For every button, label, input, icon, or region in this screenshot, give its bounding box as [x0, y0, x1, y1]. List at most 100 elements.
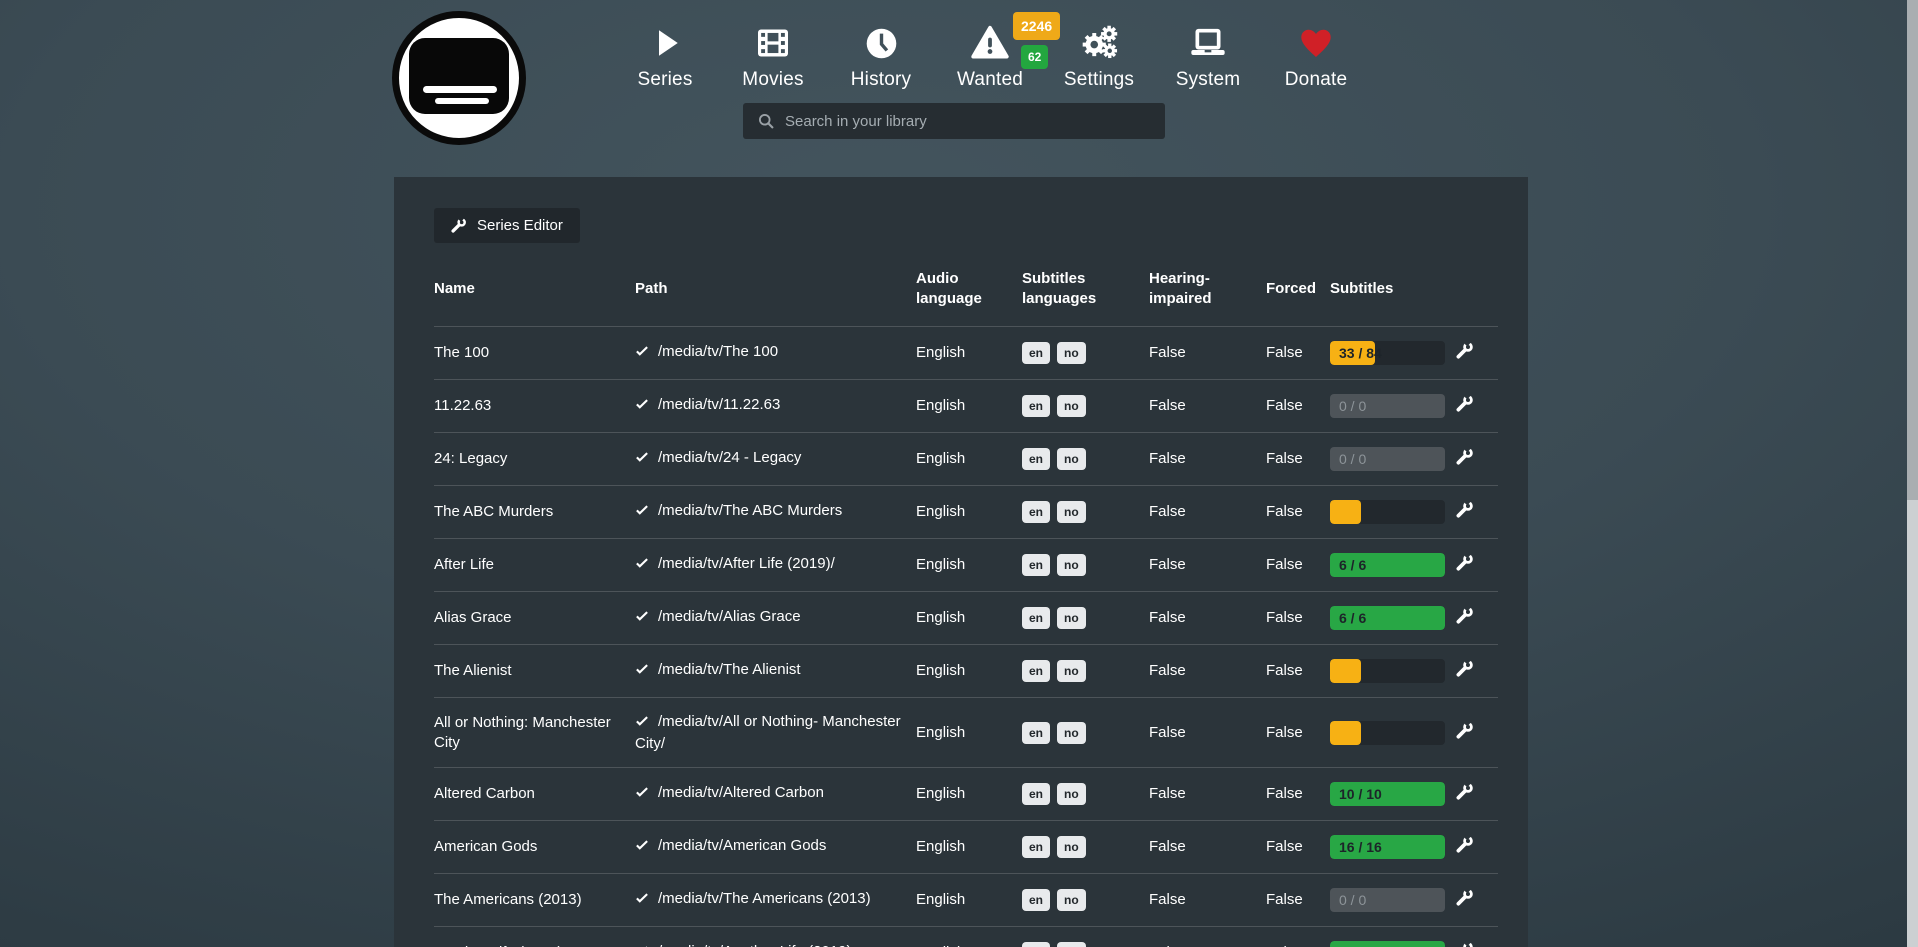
subtitle-language-badge: no: [1057, 607, 1086, 629]
series-name[interactable]: The ABC Murders: [434, 486, 635, 539]
series-name[interactable]: Altered Carbon: [434, 768, 635, 821]
subtitle-languages-cell: enno: [1022, 821, 1149, 874]
wrench-icon: [1456, 347, 1474, 362]
subtitle-language-badge: en: [1022, 342, 1050, 364]
edit-series-button[interactable]: [1456, 394, 1474, 415]
series-path: /media/tv/Altered Carbon: [658, 784, 824, 801]
app-logo[interactable]: [392, 11, 526, 145]
subtitles-progress-cell: 0 / 0: [1330, 380, 1456, 433]
search-input[interactable]: [743, 103, 1165, 139]
edit-series-button[interactable]: [1456, 500, 1474, 521]
series-path: /media/tv/The ABC Murders: [658, 502, 842, 519]
edit-series-button[interactable]: [1456, 782, 1474, 803]
subtitles-progress-label: 0 / 0: [1339, 447, 1366, 471]
series-name[interactable]: After Life: [434, 539, 635, 592]
audio-language: English: [916, 768, 1022, 821]
forced-value: False: [1266, 539, 1330, 592]
edit-series-button[interactable]: [1456, 606, 1474, 627]
subtitles-progress-label: 6 / 6: [1339, 606, 1366, 630]
forced-value: False: [1266, 433, 1330, 486]
subtitle-languages-cell: enno: [1022, 486, 1149, 539]
series-path-cell: /media/tv/24 - Legacy: [635, 433, 916, 486]
subtitles-progress-bar: [1330, 500, 1445, 524]
edit-series-button[interactable]: [1456, 447, 1474, 468]
nav-item-wanted[interactable]: 2246 62 Wanted: [935, 22, 1045, 91]
hearing-impaired-value: False: [1149, 768, 1266, 821]
subtitles-progress-label: 10 / 10: [1339, 941, 1382, 947]
series-path: /media/tv/24 - Legacy: [658, 449, 801, 466]
table-header-row: Name Path Audio language Subtitles langu…: [434, 263, 1498, 327]
subtitle-language-badge: en: [1022, 889, 1050, 911]
heart-icon: [1298, 22, 1334, 64]
series-name[interactable]: All or Nothing: Manchester City: [434, 698, 635, 768]
hearing-impaired-value: False: [1149, 821, 1266, 874]
subtitle-language-badge: en: [1022, 554, 1050, 576]
edit-series-button[interactable]: [1456, 888, 1474, 909]
subtitles-progress-cell: 0 / 0: [1330, 874, 1456, 927]
edit-series-button[interactable]: [1456, 341, 1474, 362]
subtitles-progress-cell: 10 / 10: [1330, 927, 1456, 947]
logo-tv-icon: [409, 38, 509, 114]
subtitle-language-badge: no: [1057, 395, 1086, 417]
series-name[interactable]: The 100: [434, 327, 635, 380]
series-name[interactable]: Another Life (2019): [434, 927, 635, 947]
check-icon: [635, 556, 649, 576]
series-path-cell: /media/tv/All or Nothing- Manchester Cit…: [635, 698, 916, 768]
subtitle-languages-cell: enno: [1022, 433, 1149, 486]
subtitles-progress-bar: 6 / 6: [1330, 606, 1445, 630]
audio-language: English: [916, 927, 1022, 947]
edit-series-button[interactable]: [1456, 721, 1474, 742]
series-name[interactable]: American Gods: [434, 821, 635, 874]
nav-item-donate[interactable]: Donate: [1261, 22, 1371, 91]
series-path: /media/tv/All or Nothing- Manchester Cit…: [635, 713, 901, 752]
actions-cell: [1456, 592, 1498, 645]
subtitle-language-badge: no: [1057, 448, 1086, 470]
check-icon: [635, 450, 649, 470]
hearing-impaired-value: False: [1149, 486, 1266, 539]
series-name[interactable]: Alias Grace: [434, 592, 635, 645]
subtitle-languages-cell: enno: [1022, 927, 1149, 947]
series-path-cell: /media/tv/The ABC Murders: [635, 486, 916, 539]
nav-item-movies[interactable]: Movies: [718, 22, 828, 91]
nav-item-series[interactable]: Series: [610, 22, 720, 91]
actions-cell: [1456, 927, 1498, 947]
hearing-impaired-value: False: [1149, 433, 1266, 486]
nav-item-system[interactable]: System: [1153, 22, 1263, 91]
subtitle-language-badge: en: [1022, 722, 1050, 744]
subtitle-language-badge: en: [1022, 942, 1050, 947]
library-search: [743, 103, 1165, 139]
edit-series-button[interactable]: [1456, 835, 1474, 856]
subtitles-progress-label: 33 / 84: [1339, 341, 1382, 365]
nav-item-history[interactable]: History: [826, 22, 936, 91]
series-editor-button[interactable]: Series Editor: [434, 208, 580, 243]
series-name[interactable]: The Americans (2013): [434, 874, 635, 927]
series-path-cell: /media/tv/Altered Carbon: [635, 768, 916, 821]
forced-value: False: [1266, 486, 1330, 539]
subtitles-progress-bar: 0 / 0: [1330, 447, 1445, 471]
audio-language: English: [916, 327, 1022, 380]
subtitles-progress-cell: 16 / 16: [1330, 821, 1456, 874]
series-name[interactable]: 24: Legacy: [434, 433, 635, 486]
forced-value: False: [1266, 380, 1330, 433]
subtitles-progress-bar: 33 / 84: [1330, 341, 1445, 365]
series-path: /media/tv/American Gods: [658, 837, 826, 854]
subtitles-progress-label: 10 / 10: [1339, 782, 1382, 806]
series-path: /media/tv/The 100: [658, 343, 778, 360]
table-row: The ABC Murders/media/tv/The ABC Murders…: [434, 486, 1498, 539]
edit-series-button[interactable]: [1456, 553, 1474, 574]
nav-item-settings[interactable]: Settings: [1044, 22, 1154, 91]
scrollbar-thumb[interactable]: [1907, 0, 1918, 500]
edit-series-button[interactable]: [1456, 659, 1474, 680]
nav-label: Series: [637, 69, 692, 91]
subtitle-language-badge: en: [1022, 783, 1050, 805]
hearing-impaired-value: False: [1149, 927, 1266, 947]
wrench-icon: [1456, 727, 1474, 742]
edit-series-button[interactable]: [1456, 941, 1474, 947]
series-name[interactable]: 11.22.63: [434, 380, 635, 433]
audio-language: English: [916, 698, 1022, 768]
series-path: /media/tv/11.22.63: [658, 396, 780, 413]
forced-value: False: [1266, 645, 1330, 698]
audio-language: English: [916, 539, 1022, 592]
series-name[interactable]: The Alienist: [434, 645, 635, 698]
gears-icon: [1080, 22, 1118, 64]
